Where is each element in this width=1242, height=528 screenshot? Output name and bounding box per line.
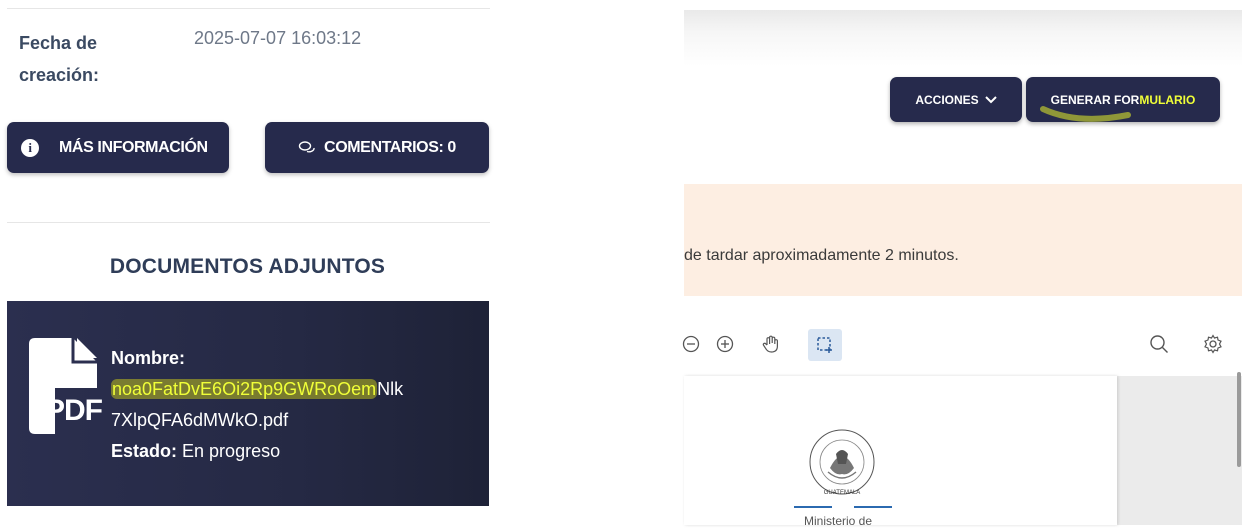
pdf-badge: PDF (45, 394, 103, 427)
document-name-highlight: noa0FatDvE6Oi2Rp9GWRoOem (111, 379, 378, 399)
seal-text: GUATEMALA (824, 490, 861, 496)
comments-button[interactable]: COMENTARIOS: 0 (265, 122, 489, 173)
search-icon[interactable] (1148, 333, 1170, 355)
document-name-label: Nombre: (111, 348, 186, 368)
right-panel: ACCIONES GENERAR FOR MULARIO de tardar ap… (682, 0, 1242, 528)
left-panel: Fecha de creación: 2025-07-07 16:03:12 i… (0, 0, 490, 525)
more-info-label: MÁS INFORMACIÓN (59, 138, 208, 156)
zoom-in-icon[interactable] (714, 333, 736, 355)
pdf-page: GUATEMALA Ministerio de (684, 376, 1117, 528)
highlight-mark (1040, 106, 1131, 122)
page-text: Ministerio de (804, 514, 873, 528)
guatemala-seal-icon: GUATEMALA (809, 429, 875, 496)
marquee-select-icon[interactable] (808, 329, 842, 361)
section-divider (7, 222, 490, 223)
document-name-line2: 7XlpQFA6dMWkO.pdf (111, 410, 289, 430)
top-band (684, 10, 1242, 66)
gear-icon[interactable] (1202, 333, 1224, 355)
acciones-label: ACCIONES (915, 92, 979, 107)
acciones-dropdown-button[interactable]: ACCIONES (890, 77, 1022, 122)
more-info-button[interactable]: i MÁS INFORMACIÓN (7, 122, 229, 173)
document-name-rest: Nlk (377, 379, 404, 399)
chevron-down-icon (984, 95, 997, 103)
pdf-scrollbar[interactable] (1237, 372, 1241, 467)
zoom-out-icon[interactable] (680, 333, 702, 355)
document-status-label: Estado: (111, 441, 178, 461)
generar-formulario-button[interactable]: GENERAR FOR MULARIO (1026, 77, 1220, 122)
comments-icon (298, 140, 315, 152)
comments-label: COMENTARIOS: 0 (324, 138, 456, 156)
document-status-value: En progreso (182, 441, 281, 461)
page-rule-right (854, 506, 892, 508)
fecha-value: 2025-07-07 16:03:12 (194, 28, 362, 48)
document-card[interactable]: PDF Nombre: noa0FatDvE6Oi2Rp9GWRoOemNlk … (7, 301, 489, 506)
fecha-label: Fecha de creación: (19, 33, 100, 85)
info-icon: i (21, 138, 39, 157)
page-rule-left (794, 506, 832, 508)
pan-hand-icon[interactable] (760, 333, 782, 355)
alert-text: de tardar aproximadamente 2 minutos. (684, 247, 959, 264)
documents-heading: DOCUMENTOS ADJUNTOS (109, 255, 386, 278)
document-details: Nombre: noa0FatDvE6Oi2Rp9GWRoOemNlk 7Xlp… (111, 343, 403, 467)
info-alert: de tardar aproximadamente 2 minutos. (684, 184, 1242, 296)
top-divider (7, 8, 490, 9)
